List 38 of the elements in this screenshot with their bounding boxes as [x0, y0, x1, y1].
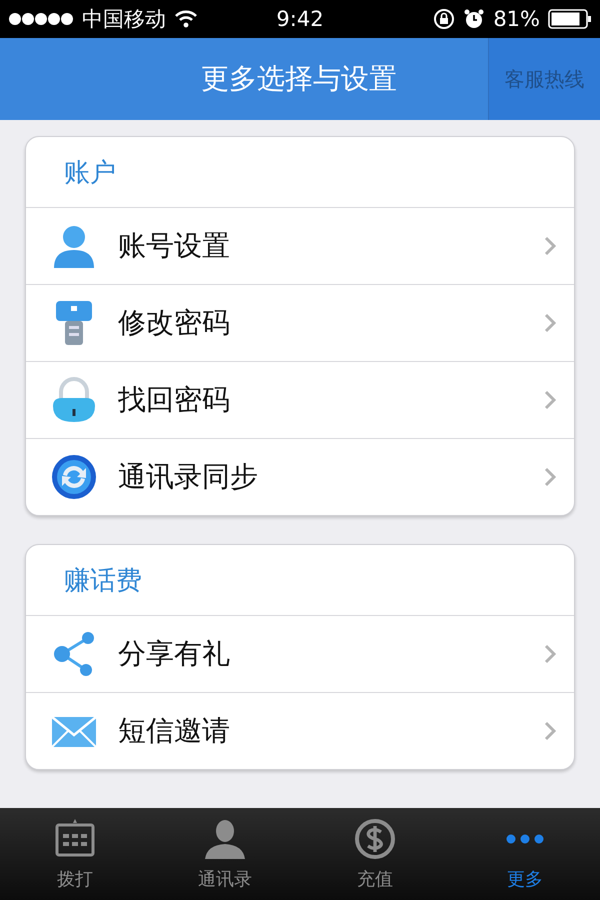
tab[interactable]: 更多: [450, 808, 600, 900]
settings-row[interactable]: 账号设置: [26, 208, 574, 285]
settings-row[interactable]: 分享有礼: [26, 616, 574, 693]
person-icon: [203, 817, 247, 861]
page-title: 更多选择与设置: [200, 61, 398, 97]
row-label: 通讯录同步: [118, 459, 259, 495]
carrier-name: 中国移动: [82, 6, 166, 33]
row-label: 修改密码: [118, 305, 231, 341]
chevron-icon: [544, 236, 556, 256]
settings-row[interactable]: 通讯录同步: [26, 439, 574, 515]
chevron-icon: [544, 721, 556, 741]
battery-percent: 81%: [493, 7, 540, 31]
chevron-icon: [544, 313, 556, 333]
row-label: 分享有礼: [118, 636, 231, 672]
wifi-icon: [174, 10, 198, 28]
section-title: 赚话费: [64, 564, 142, 598]
dollar-coin-icon: [353, 817, 397, 861]
section-title: 账户: [64, 156, 116, 190]
row-label: 找回密码: [118, 382, 231, 418]
chevron-icon: [544, 390, 556, 410]
signal-icon: [8, 12, 74, 26]
alarm-icon: [463, 8, 486, 30]
sync-icon: [50, 453, 98, 501]
settings-row[interactable]: 短信邀请: [26, 693, 574, 769]
tab[interactable]: 通讯录: [150, 808, 300, 900]
rotation-lock-icon: [433, 8, 456, 30]
tab[interactable]: 充值: [300, 808, 450, 900]
row-label: 账号设置: [118, 228, 231, 264]
more-icon: [506, 834, 544, 844]
settings-row[interactable]: 找回密码: [26, 362, 574, 439]
chevron-icon: [544, 467, 556, 487]
row-label: 短信邀请: [118, 713, 231, 749]
status-time: 9:42: [276, 7, 324, 31]
tab[interactable]: 拨打: [0, 808, 150, 900]
battery-icon: [548, 9, 592, 29]
chevron-icon: [544, 644, 556, 664]
lock-icon: [50, 376, 98, 424]
settings-row[interactable]: 修改密码: [26, 285, 574, 362]
